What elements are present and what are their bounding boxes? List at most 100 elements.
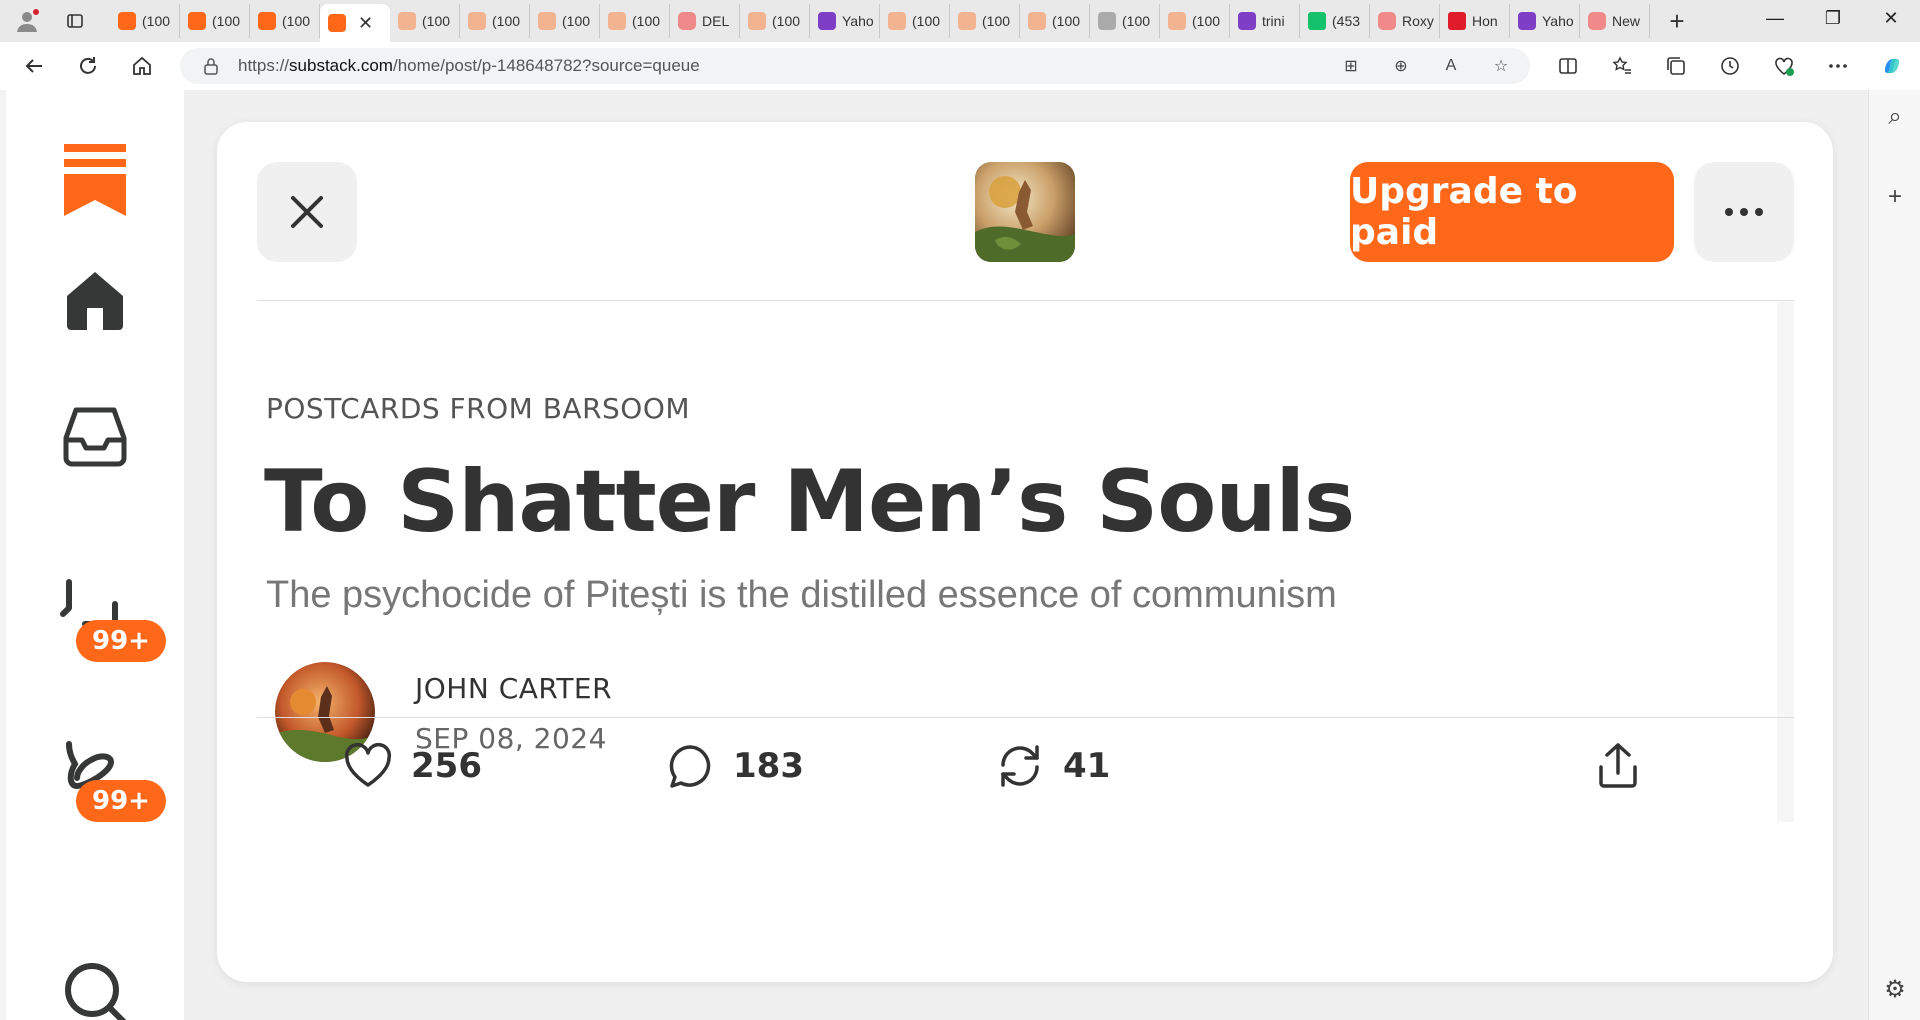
grammarly-icon [1308, 12, 1326, 30]
tab-title: Hon [1472, 13, 1498, 29]
close-window-button[interactable]: ✕ [1862, 0, 1920, 36]
tab[interactable]: (100 [390, 4, 460, 38]
heart-pulse-icon [1775, 57, 1794, 76]
tab[interactable]: (453 [1300, 4, 1370, 38]
tab[interactable]: trini [1230, 4, 1300, 38]
copilot-button[interactable] [1874, 48, 1910, 84]
youtube-icon [1378, 12, 1396, 30]
like-count: 256 [411, 746, 482, 786]
youtube-icon [678, 12, 696, 30]
publication-logo[interactable] [975, 162, 1075, 262]
more-dots-icon [1725, 208, 1763, 216]
new-tab-button[interactable]: + [1660, 4, 1694, 38]
tab-title: DEL [702, 13, 730, 29]
home-button[interactable] [124, 48, 160, 84]
yahoo-icon [1238, 12, 1256, 30]
notification-dot [32, 8, 40, 16]
tab[interactable]: Hon [1440, 4, 1510, 38]
substack-icon [888, 12, 906, 30]
tab[interactable]: (100 [110, 4, 180, 38]
share-button[interactable] [1593, 736, 1643, 796]
search-nav-button[interactable] [6, 958, 184, 1020]
author-name[interactable]: JOHN CARTER [415, 672, 612, 705]
read-aloud-icon[interactable]: A [1438, 54, 1464, 78]
close-post-button[interactable] [257, 162, 357, 262]
tab[interactable]: (100 [600, 4, 670, 38]
restack-count: 41 [1063, 746, 1111, 786]
tab[interactable]: New [1580, 4, 1650, 38]
tab[interactable]: (100 [1090, 4, 1160, 38]
substack-icon [1028, 12, 1046, 30]
tab[interactable]: (100 [1160, 4, 1230, 38]
sidebar-add-icon[interactable]: + [1882, 183, 1908, 210]
favorites-button[interactable] [1604, 48, 1640, 84]
tab-title: (100 [1052, 13, 1081, 29]
substack-icon [1168, 12, 1186, 30]
restack-button[interactable]: 41 [995, 736, 1110, 796]
substack-icon [188, 12, 206, 30]
refresh-button[interactable] [70, 48, 106, 84]
back-button[interactable] [16, 48, 52, 84]
substack-icon [328, 14, 346, 32]
sidebar-search-icon[interactable]: ⌕ [1882, 103, 1908, 130]
tab[interactable]: Roxy [1370, 4, 1440, 38]
header-divider [257, 300, 1794, 301]
back-arrow-icon [25, 59, 42, 73]
tab-title: (100 [1122, 13, 1151, 29]
history-icon [1721, 57, 1739, 75]
tab[interactable]: (100 [250, 4, 320, 38]
tab[interactable]: (100 [1020, 4, 1090, 38]
tab-title: (100 [282, 13, 311, 29]
minimize-button[interactable]: — [1746, 0, 1804, 36]
more-options-button[interactable] [1694, 162, 1794, 262]
tab-close-icon[interactable]: ✕ [358, 13, 373, 34]
restore-button[interactable]: ❐ [1804, 0, 1862, 36]
favorite-star-icon[interactable]: ☆ [1488, 54, 1514, 78]
address-bar-actions: ⊞ ⊕ A ☆ [1338, 54, 1514, 78]
more-dots-icon [1829, 64, 1847, 68]
substack-icon [608, 12, 626, 30]
tab[interactable]: (100 [460, 4, 530, 38]
substack-logo[interactable] [6, 144, 184, 216]
like-button[interactable]: 256 [343, 736, 482, 796]
tab[interactable]: (100 [740, 4, 810, 38]
tab-title: (100 [212, 13, 241, 29]
app-available-icon[interactable]: ⊞ [1338, 54, 1364, 78]
tab[interactable]: (100 [880, 4, 950, 38]
tab-list: (100 (100 (100 ✕ (100 (100 (100 (100 DEL (100 Yaho… [110, 0, 1650, 42]
inbox-nav-button[interactable] [6, 404, 184, 470]
search-icon [65, 963, 127, 1020]
chat-badge: 99+ [76, 620, 166, 662]
address-bar[interactable]: https://substack.com/home/post/p-1486487… [180, 48, 1530, 84]
tab-actions-button[interactable] [58, 4, 92, 38]
tab-title: (100 [632, 13, 661, 29]
substack-icon [748, 12, 766, 30]
tab[interactable]: (100 [950, 4, 1020, 38]
favorites-icon [1612, 56, 1631, 74]
comment-bubble-icon [669, 745, 711, 788]
sidebar-settings-icon[interactable]: ⚙ [1882, 976, 1908, 1003]
comment-count: 183 [733, 746, 804, 786]
split-screen-button[interactable] [1550, 48, 1586, 84]
tab[interactable]: DEL [670, 4, 740, 38]
publication-name[interactable]: POSTCARDS FROM BARSOOM [266, 392, 690, 425]
history-button[interactable] [1712, 48, 1748, 84]
tab[interactable]: (100 [530, 4, 600, 38]
performance-button[interactable] [1766, 48, 1802, 84]
tab[interactable]: Yaho [1510, 4, 1580, 38]
tab-title: (100 [1192, 13, 1221, 29]
upgrade-to-paid-button[interactable]: Upgrade to paid [1350, 162, 1674, 262]
collections-button[interactable] [1658, 48, 1694, 84]
tab[interactable]: Yaho [810, 4, 880, 38]
home-nav-icon [67, 272, 123, 330]
tab[interactable]: (100 [180, 4, 250, 38]
profile-button[interactable] [10, 4, 44, 38]
inbox-icon [63, 407, 127, 467]
home-nav-button[interactable] [6, 268, 184, 332]
zoom-icon[interactable]: ⊕ [1388, 54, 1414, 78]
youtube-icon [1588, 12, 1606, 30]
tab-active[interactable]: ✕ [320, 4, 390, 42]
yahoo-icon [1518, 12, 1536, 30]
settings-more-button[interactable] [1820, 48, 1856, 84]
comment-button[interactable]: 183 [665, 736, 804, 796]
